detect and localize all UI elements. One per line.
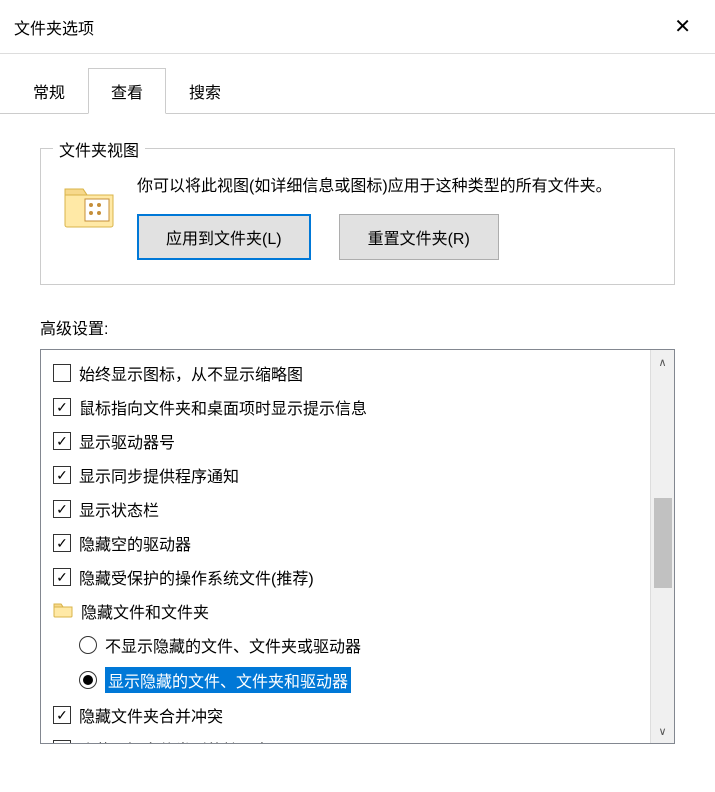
tab-panel-view: 文件夹视图 你可以将此视图(如详细信息或图标)应用于这种类型的所有文件夹。 应用… — [0, 113, 715, 744]
list-item[interactable]: ✓ 隐藏空的驱动器 — [43, 526, 648, 560]
apply-to-folders-button[interactable]: 应用到文件夹(L) — [137, 214, 311, 260]
checkbox[interactable]: ✓ — [53, 432, 71, 450]
scroll-up-button[interactable]: ∧ — [651, 350, 674, 374]
scrollbar-track[interactable] — [651, 374, 674, 719]
close-button[interactable]: ✕ — [664, 10, 701, 43]
tab-general[interactable]: 常规 — [10, 68, 88, 114]
checkbox[interactable]: ✓ — [53, 398, 71, 416]
list-item-label: 显示驱动器号 — [79, 429, 175, 453]
tab-label: 搜索 — [189, 85, 221, 102]
list-item[interactable]: 显示隐藏的文件、文件夹和驱动器 — [43, 662, 648, 698]
tab-view[interactable]: 查看 — [88, 68, 166, 114]
checkbox[interactable] — [53, 364, 71, 382]
folder-view-description: 你可以将此视图(如详细信息或图标)应用于这种类型的所有文件夹。 — [137, 173, 654, 200]
list-item[interactable]: ✓ 显示同步提供程序通知 — [43, 458, 648, 492]
list-item-label: 不显示隐藏的文件、文件夹或驱动器 — [105, 633, 361, 657]
tab-label: 常规 — [33, 85, 65, 102]
list-item-label: 始终显示图标，从不显示缩略图 — [79, 361, 303, 385]
checkbox[interactable]: ✓ — [53, 706, 71, 724]
list-item[interactable]: 始终显示图标，从不显示缩略图 — [43, 356, 648, 390]
chevron-down-icon: ∨ — [658, 725, 666, 738]
list-item-label: 显示同步提供程序通知 — [79, 463, 239, 487]
list-item-label: 隐藏文件夹合并冲突 — [79, 703, 223, 727]
list-item-label: 隐藏空的驱动器 — [79, 531, 191, 555]
list-item[interactable]: ✓ 显示驱动器号 — [43, 424, 648, 458]
checkbox[interactable]: ✓ — [53, 534, 71, 552]
checkbox[interactable]: ✓ — [53, 500, 71, 518]
scrollbar-thumb[interactable] — [654, 498, 672, 588]
radio[interactable] — [79, 636, 97, 654]
list-item[interactable]: ✓ 隐藏受保护的操作系统文件(推荐) — [43, 560, 648, 594]
checkbox[interactable]: ✓ — [53, 568, 71, 586]
radio[interactable] — [79, 671, 97, 689]
tab-label: 查看 — [111, 85, 143, 102]
chevron-up-icon: ∧ — [658, 356, 666, 369]
reset-folders-button[interactable]: 重置文件夹(R) — [339, 214, 499, 260]
advanced-settings-label: 高级设置: — [40, 315, 675, 339]
list-item[interactable]: ✓ 鼠标指向文件夹和桌面项时显示提示信息 — [43, 390, 648, 424]
list-item[interactable]: ✓ 隐藏文件夹合并冲突 — [43, 698, 648, 732]
button-label: 重置文件夹(R) — [368, 231, 470, 248]
scroll-down-button[interactable]: ∨ — [651, 719, 674, 743]
list-item-label: 鼠标指向文件夹和桌面项时显示提示信息 — [79, 395, 367, 419]
window-title: 文件夹选项 — [14, 15, 94, 39]
list-item-label: 显示状态栏 — [79, 497, 159, 521]
folder-icon — [53, 600, 73, 618]
tab-search[interactable]: 搜索 — [166, 68, 244, 114]
checkbox[interactable] — [53, 740, 71, 743]
close-icon: ✕ — [674, 16, 691, 38]
advanced-settings-list[interactable]: 始终显示图标，从不显示缩略图 ✓ 鼠标指向文件夹和桌面项时显示提示信息 ✓ 显示驱动器号… — [41, 350, 650, 743]
list-item-label: 显示隐藏的文件、文件夹和驱动器 — [105, 667, 351, 693]
list-item[interactable]: ✓ 显示状态栏 — [43, 492, 648, 526]
list-item-label: 隐藏受保护的操作系统文件(推荐) — [79, 565, 314, 589]
groupbox-title: 文件夹视图 — [53, 137, 145, 161]
list-item-label: 隐藏已知文件类型的扩展名 — [79, 737, 271, 743]
checkbox[interactable]: ✓ — [53, 466, 71, 484]
button-label: 应用到文件夹(L) — [166, 231, 282, 248]
folder-icon-wrap — [53, 600, 73, 623]
folder-icon — [61, 177, 117, 233]
list-item[interactable]: 隐藏文件和文件夹 — [43, 594, 648, 628]
list-item[interactable]: 隐藏已知文件类型的扩展名 — [43, 732, 648, 743]
tab-bar: 常规 查看 搜索 — [0, 54, 715, 114]
folder-view-group: 文件夹视图 你可以将此视图(如详细信息或图标)应用于这种类型的所有文件夹。 应用… — [40, 148, 675, 285]
list-item-label: 隐藏文件和文件夹 — [81, 599, 209, 623]
list-item[interactable]: 不显示隐藏的文件、文件夹或驱动器 — [43, 628, 648, 662]
scrollbar[interactable]: ∧ ∨ — [650, 350, 674, 743]
advanced-settings-listbox: 始终显示图标，从不显示缩略图 ✓ 鼠标指向文件夹和桌面项时显示提示信息 ✓ 显示驱动器号… — [40, 349, 675, 744]
title-bar: 文件夹选项 ✕ — [0, 0, 715, 54]
